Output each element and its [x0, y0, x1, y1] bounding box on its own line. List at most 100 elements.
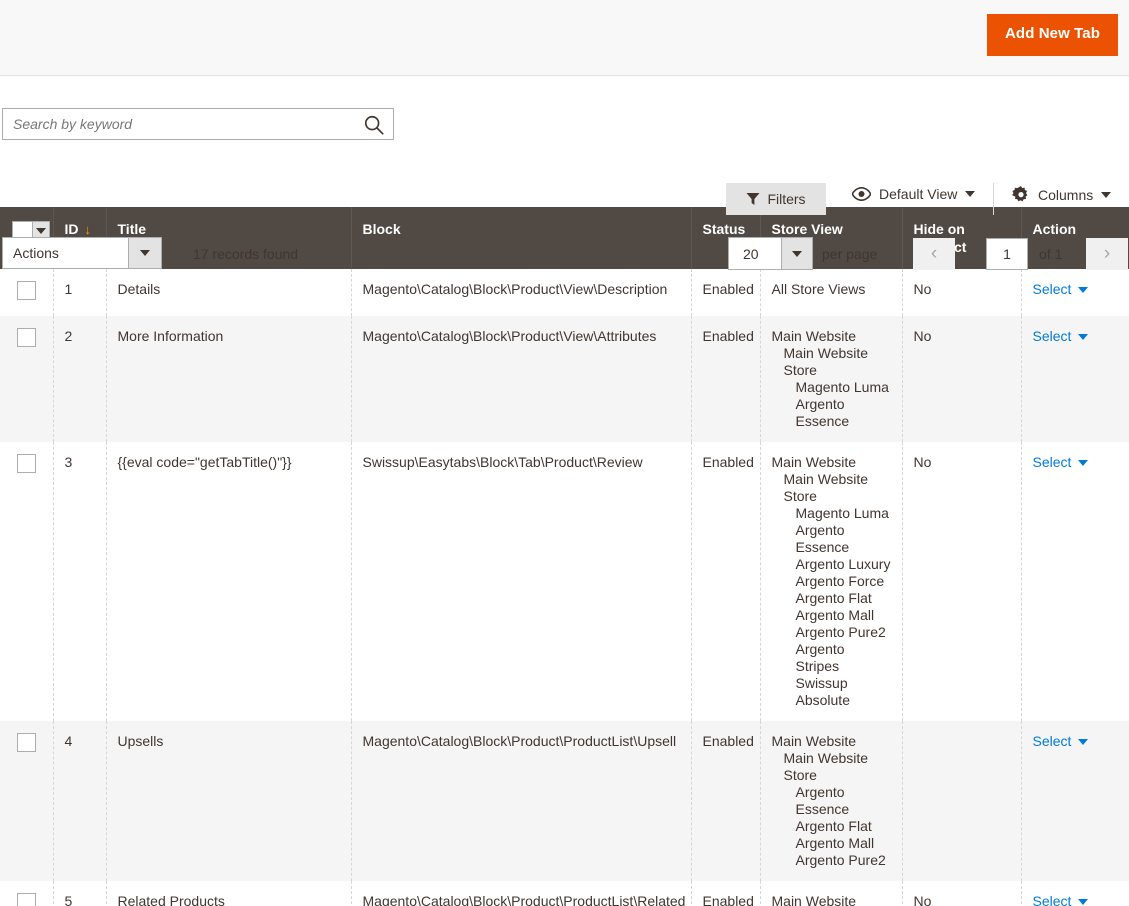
chevron-down-icon — [1078, 286, 1089, 293]
cell-status: Enabled — [691, 721, 761, 881]
row-action-select[interactable]: Select — [1033, 281, 1089, 298]
per-page-label: per page — [822, 246, 878, 262]
cell-action: Select — [1021, 721, 1129, 881]
store-view-entry: Main Website — [771, 733, 857, 749]
cell-title: Related Products — [106, 881, 352, 906]
column-label-action: Action — [1032, 221, 1077, 237]
columns-control[interactable]: Columns — [1012, 186, 1112, 204]
per-page-dropdown-arrow[interactable] — [781, 238, 812, 269]
row-action-select[interactable]: Select — [1033, 328, 1089, 345]
store-view-entry: Main Website Store — [783, 750, 869, 783]
next-page-button[interactable]: › — [1086, 238, 1128, 270]
chevron-left-icon: ‹ — [930, 243, 938, 264]
cell-status: Enabled — [691, 269, 761, 316]
table-row[interactable]: 1 Details Magento\Catalog\Block\Product\Vi… — [0, 269, 1129, 316]
add-new-tab-button[interactable]: Add New Tab — [987, 14, 1118, 56]
column-label-id: ID — [64, 221, 79, 237]
cell-store-view: Main WebsiteMain Website StoreArgento Es… — [760, 721, 903, 881]
cell-store-view: All Store Views — [760, 269, 903, 316]
cell-status: Enabled — [691, 881, 761, 906]
row-select-cell[interactable] — [0, 269, 54, 316]
row-checkbox[interactable] — [16, 328, 36, 347]
cell-title: More Information — [106, 316, 352, 442]
cell-title: {{eval code="getTabTitle()"}} — [106, 442, 352, 721]
filters-label: Filters — [767, 191, 806, 207]
cell-id: 4 — [53, 721, 107, 881]
column-header-block[interactable]: Block — [351, 207, 692, 269]
search-input[interactable] — [3, 109, 393, 139]
store-view-entry: Argento Flat — [795, 818, 872, 834]
cell-block: Swissup\Easytabs\Block\Tab\Product\Revie… — [351, 442, 692, 721]
chevron-down-icon — [1078, 898, 1089, 905]
store-view-entry: Main Website Store — [783, 471, 869, 504]
row-checkbox[interactable] — [16, 454, 36, 473]
toolbar-divider — [993, 183, 994, 215]
actions-dropdown[interactable]: Actions — [2, 237, 162, 269]
page-number-input[interactable] — [986, 238, 1028, 270]
store-view-entry: Argento Essence — [795, 396, 850, 429]
per-page-dropdown[interactable]: 20 — [728, 237, 813, 270]
gear-icon — [1012, 186, 1028, 202]
records-found-label: 17 records found — [193, 246, 299, 262]
store-view-entry: Main Website Store — [783, 345, 869, 378]
cell-id: 5 — [53, 881, 107, 906]
row-checkbox[interactable] — [16, 733, 36, 752]
row-select-cell[interactable] — [0, 881, 54, 906]
cell-id: 2 — [53, 316, 107, 442]
row-action-label: Select — [1032, 281, 1072, 297]
store-view-entry: Argento Pure2 — [795, 624, 886, 640]
search-icon[interactable] — [363, 114, 385, 136]
per-page-value: 20 — [743, 245, 759, 262]
chevron-down-icon — [1078, 333, 1089, 340]
row-action-select[interactable]: Select — [1033, 454, 1089, 471]
sort-descending-icon: ↓ — [84, 222, 92, 237]
row-action-select[interactable]: Select — [1033, 893, 1089, 906]
grid-header-row: ID ↓ Title Block Status Store View Hide o… — [0, 207, 1129, 269]
store-view-entry: Argento Pure2 — [795, 852, 886, 868]
row-select-cell[interactable] — [0, 442, 54, 721]
cell-block: Magento\Catalog\Block\Product\ProductLis… — [351, 721, 692, 881]
store-view-entry: Main Website — [771, 328, 857, 344]
cell-block: Magento\Catalog\Block\Product\View\Attri… — [351, 316, 692, 442]
cell-store-view: Main WebsiteMain Website StoreArgento Es… — [760, 881, 903, 906]
row-select-cell[interactable] — [0, 316, 54, 442]
chevron-down-icon — [792, 250, 802, 257]
store-view-entry: Argento Mall — [795, 607, 875, 623]
row-action-select[interactable]: Select — [1033, 733, 1089, 750]
store-view-entry: Argento Stripes — [795, 641, 845, 674]
cell-block: Magento\Catalog\Block\Product\ProductLis… — [351, 881, 692, 906]
cell-hide-on-product: No — [902, 442, 1022, 721]
chevron-down-icon — [1078, 738, 1089, 745]
grid-toolbar: Filters Default View Columns Actions 17 … — [0, 76, 1129, 270]
store-view-entry: Main Website — [771, 454, 857, 470]
cell-id: 3 — [53, 442, 107, 721]
cell-action: Select — [1021, 269, 1129, 316]
chevron-down-icon — [140, 250, 150, 256]
store-view-entry: Argento Force — [795, 573, 885, 589]
cell-block: Magento\Catalog\Block\Product\View\Descr… — [351, 269, 692, 316]
filters-button[interactable]: Filters — [726, 183, 826, 215]
cell-title: Details — [106, 269, 352, 316]
cell-hide-on-product: No — [902, 269, 1022, 316]
table-row[interactable]: 2 More Information Magento\Catalog\Block\P… — [0, 316, 1129, 442]
table-row[interactable]: 4 Upsells Magento\Catalog\Block\Product\Pr… — [0, 721, 1129, 881]
row-checkbox[interactable] — [16, 281, 36, 300]
table-row[interactable]: 3 {{eval code="getTabTitle()"}} Swissup\Ea… — [0, 442, 1129, 721]
table-row[interactable]: 5 Related Products Magento\Catalog\Block\P… — [0, 881, 1129, 906]
search-box[interactable] — [2, 108, 394, 140]
default-view-control[interactable]: Default View — [852, 186, 976, 202]
previous-page-button[interactable]: ‹ — [913, 238, 955, 270]
store-view-entry: Magento Luma — [795, 379, 889, 395]
row-checkbox[interactable] — [16, 893, 36, 906]
actions-dropdown-arrow[interactable] — [128, 238, 161, 268]
chevron-down-icon — [965, 191, 976, 197]
funnel-icon — [746, 193, 760, 205]
column-label-store-view: Store View — [771, 221, 843, 237]
grid-body: 1 Details Magento\Catalog\Block\Product\Vi… — [0, 269, 1129, 906]
column-label-status: Status — [702, 221, 746, 237]
cell-store-view: Main Website Main Website Store Magento Lu… — [760, 442, 903, 721]
default-view-label: Default View — [879, 186, 958, 202]
row-select-cell[interactable] — [0, 721, 54, 881]
store-view-entry: Swissup Absolute — [795, 675, 850, 708]
chevron-down-icon — [1101, 192, 1112, 198]
